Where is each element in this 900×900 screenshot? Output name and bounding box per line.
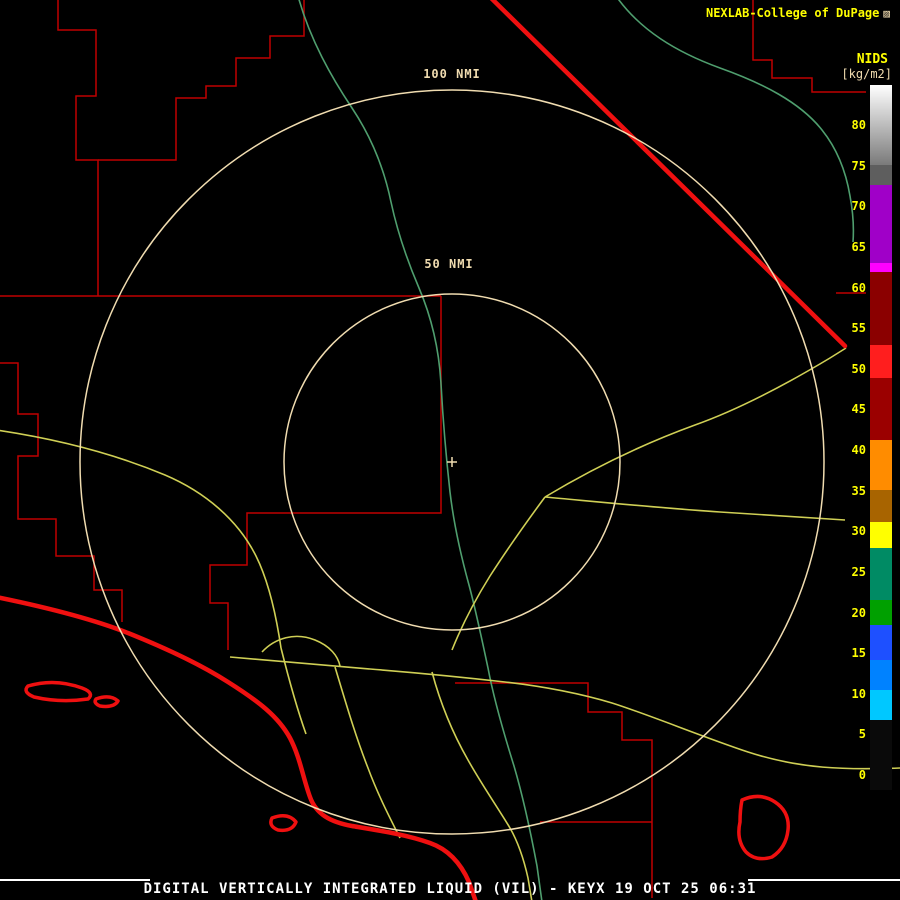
- interstate-line: [0, 595, 478, 900]
- colorbar-tick-label: 5: [858, 727, 866, 742]
- colorbar-segment: [870, 378, 892, 440]
- colorbar-segment: [870, 690, 892, 720]
- colorbar-tick-label: 50: [851, 361, 866, 376]
- colorbar-tick-label: 35: [851, 483, 866, 498]
- radar-site-marker: [447, 457, 457, 467]
- colorbar-tick-label: 30: [851, 524, 866, 539]
- radar-map: 100 NMI 50 NMI: [0, 0, 900, 900]
- colorbar-segment: [870, 660, 892, 690]
- island-outline: [737, 794, 790, 861]
- range-ring-100-label: 100 NMI: [423, 67, 481, 81]
- highway-line: [0, 429, 282, 649]
- colorbar: [870, 85, 892, 790]
- colorbar-tick-label: 20: [851, 605, 866, 620]
- cod-logo-icon: ▨: [883, 7, 890, 20]
- highway-line: [544, 496, 846, 521]
- colorbar-tick-label: 70: [851, 199, 866, 214]
- highway-line: [334, 666, 401, 839]
- county-line: [57, 0, 99, 296]
- county-line: [455, 682, 653, 898]
- colorbar-tick-label: 40: [851, 443, 866, 457]
- colorbar-tick-label: 0: [858, 768, 866, 782]
- highway-line: [229, 656, 900, 770]
- county-boundaries: [0, 0, 866, 898]
- county-line: [0, 362, 123, 622]
- colorbar-tick-label: 55: [851, 321, 866, 336]
- colorbar-tick-label: 65: [851, 239, 866, 254]
- colorbar-ticks: 80 75 70 65 60 55 50 45 40 35 30 25 20 15 10 5 0: [844, 0, 866, 900]
- colorbar-tick-label: 45: [851, 402, 866, 417]
- colorbar-segment: [870, 85, 892, 165]
- colorbar-segments: [870, 85, 892, 790]
- colorbar-segment: [870, 522, 892, 548]
- colorbar-tick-label: 80: [851, 118, 866, 132]
- colorbar-segment: [870, 490, 892, 522]
- colorbar-tick-label: 25: [851, 564, 866, 579]
- colorbar-tick-label: 60: [851, 280, 866, 295]
- highway-line: [431, 671, 533, 900]
- island-outline: [93, 695, 120, 709]
- island-outline: [24, 680, 93, 703]
- colorbar-segment: [870, 625, 892, 660]
- radar-display: 100 NMI 50 NMI NEXLAB-College of DuPage ▨…: [0, 0, 900, 900]
- highways: [0, 347, 900, 900]
- colorbar-tick-label: 10: [851, 686, 866, 701]
- colorbar-segment: [870, 440, 892, 490]
- colorbar-tick-label: 75: [851, 158, 866, 173]
- highway-line: [261, 635, 341, 667]
- river-line: [298, 0, 543, 900]
- rivers: [298, 0, 855, 900]
- colorbar-segment: [870, 548, 892, 600]
- product-title: DIGITAL VERTICALLY INTEGRATED LIQUID (VI…: [143, 881, 757, 897]
- colorbar-segment: [870, 272, 892, 345]
- range-ring-50-label: 50 NMI: [424, 257, 473, 271]
- colorbar-tick-label: 15: [851, 646, 866, 661]
- interstate-line: [489, 0, 848, 349]
- island-outlines: [24, 680, 790, 861]
- county-line: [209, 296, 442, 650]
- colorbar-segment: [870, 600, 892, 625]
- colorbar-segment: [870, 185, 892, 263]
- colorbar-segment: [870, 345, 892, 378]
- colorbar-segment: [870, 720, 892, 790]
- river-line: [618, 0, 855, 243]
- interstates: [0, 0, 848, 900]
- colorbar-segment: [870, 165, 892, 185]
- highway-line: [280, 647, 307, 735]
- highway-line: [544, 347, 847, 498]
- colorbar-segment: [870, 263, 892, 272]
- island-outline: [269, 814, 298, 833]
